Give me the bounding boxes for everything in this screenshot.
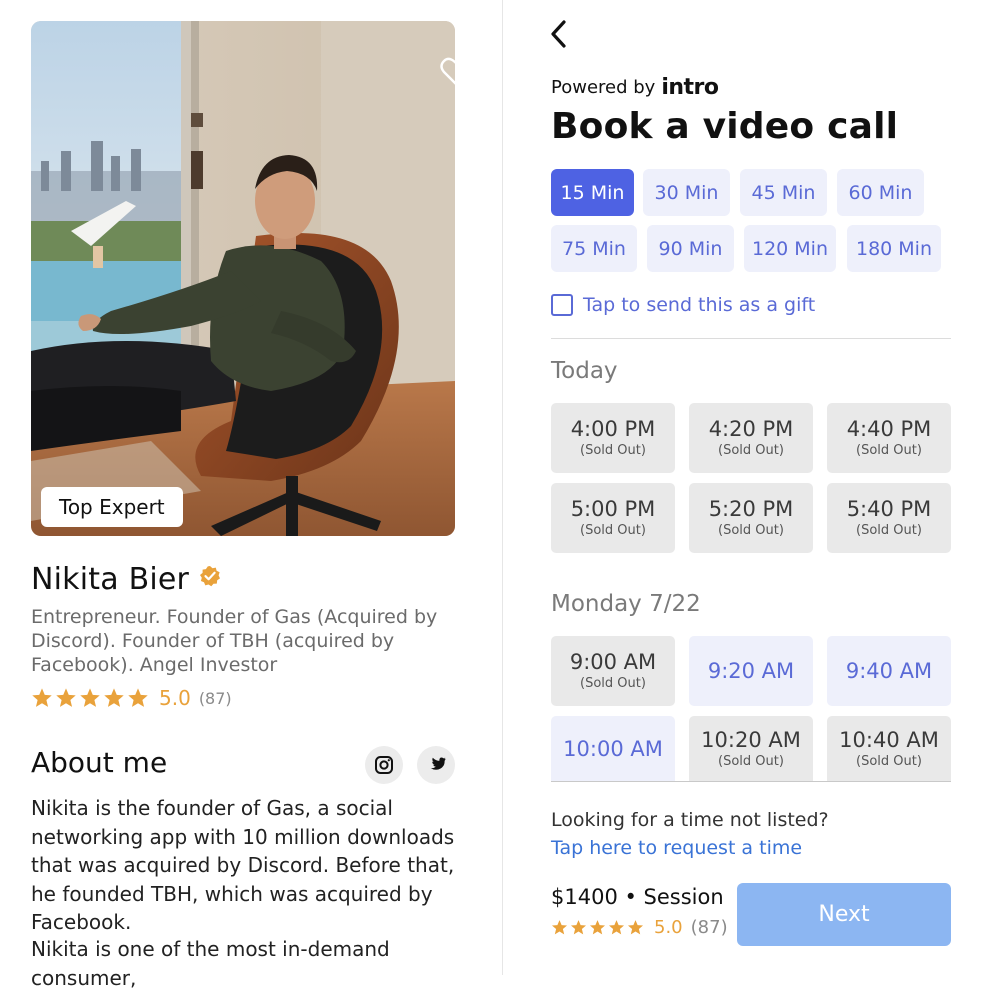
- slot-status: (Sold Out): [856, 443, 922, 458]
- slot-time: 9:00 AM: [569, 650, 657, 674]
- slot-time: 9:40 AM: [845, 659, 933, 683]
- time-slot[interactable]: 9:00 AM (Sold Out): [551, 636, 675, 706]
- slot-status: (Sold Out): [580, 676, 646, 691]
- scroll-divider: [551, 781, 951, 782]
- star-icon: [608, 919, 625, 936]
- rating-stars: [551, 919, 646, 936]
- slot-time: 10:40 AM: [839, 727, 939, 752]
- duration-option[interactable]: 45 Min: [740, 169, 827, 216]
- profile-name-row: Nikita Bier: [31, 562, 221, 597]
- session-price: $1400 • Session: [551, 885, 724, 909]
- slot-status: (Sold Out): [856, 523, 922, 538]
- favorite-heart-icon[interactable]: [440, 57, 455, 87]
- slot-time: 4:00 PM: [570, 417, 656, 441]
- star-icon: [570, 919, 587, 936]
- slot-time: 5:20 PM: [708, 497, 794, 521]
- duration-option[interactable]: 30 Min: [643, 169, 730, 216]
- rating-count: (87): [690, 917, 728, 938]
- star-icon: [627, 919, 644, 936]
- twitter-icon[interactable]: [417, 746, 455, 784]
- star-icon: [79, 687, 101, 709]
- profile-photo: [31, 21, 455, 536]
- slot-status: (Sold Out): [718, 523, 784, 538]
- powered-by: Powered by intro: [551, 75, 719, 100]
- star-icon: [551, 919, 568, 936]
- gift-checkbox[interactable]: Tap to send this as a gift: [551, 294, 815, 316]
- rating-value: 5.0: [654, 917, 683, 938]
- profile-panel: Top Expert Nikita Bier Entrepreneur. Fou…: [0, 0, 503, 990]
- back-arrow-icon[interactable]: [545, 18, 573, 50]
- duration-option[interactable]: 60 Min: [837, 169, 924, 216]
- time-slot[interactable]: 5:00 PM (Sold Out): [551, 483, 675, 553]
- profile-bio: Entrepreneur. Founder of Gas (Acquired b…: [31, 606, 438, 676]
- about-paragraph: Nikita is one of the most in-demand cons…: [31, 937, 390, 990]
- slot-time: 4:20 PM: [708, 417, 794, 441]
- day-label: Monday 7/22: [551, 591, 701, 617]
- star-icon: [589, 919, 606, 936]
- time-slot[interactable]: 5:40 PM (Sold Out): [827, 483, 951, 553]
- day-label: Today: [551, 358, 618, 384]
- request-time-link[interactable]: Tap here to request a time: [551, 837, 802, 859]
- duration-option[interactable]: 120 Min: [744, 225, 836, 272]
- section-divider: [551, 338, 951, 339]
- about-paragraph: Nikita is the founder of Gas, a social n…: [31, 796, 455, 934]
- intro-logo: intro: [661, 75, 719, 100]
- star-icon: [55, 687, 77, 709]
- time-slot[interactable]: 9:20 AM: [689, 636, 813, 706]
- session-rating: 5.0 (87): [551, 917, 728, 938]
- slot-time: 10:20 AM: [701, 727, 801, 752]
- gift-label: Tap to send this as a gift: [583, 294, 816, 316]
- looking-text: Looking for a time not listed?: [551, 809, 829, 831]
- profile-rating: 5.0 (87): [31, 686, 232, 710]
- time-slot[interactable]: 4:20 PM (Sold Out): [689, 403, 813, 473]
- rating-value: 5.0: [159, 686, 191, 710]
- star-icon: [127, 687, 149, 709]
- slot-status: (Sold Out): [580, 443, 646, 458]
- slot-status: (Sold Out): [580, 523, 646, 538]
- next-button[interactable]: Next: [737, 883, 951, 946]
- verified-icon: [199, 565, 221, 587]
- rating-stars: [31, 687, 151, 709]
- time-slot[interactable]: 10:00 AM: [551, 716, 675, 781]
- slot-time: 4:40 PM: [846, 417, 932, 441]
- rating-count: (87): [198, 688, 232, 708]
- time-slot[interactable]: 5:20 PM (Sold Out): [689, 483, 813, 553]
- time-slot[interactable]: 4:00 PM (Sold Out): [551, 403, 675, 473]
- duration-option[interactable]: 15 Min: [551, 169, 634, 216]
- slot-time: 5:00 PM: [570, 497, 656, 521]
- instagram-icon[interactable]: [365, 746, 403, 784]
- profile-name: Nikita Bier: [31, 562, 190, 597]
- slot-time: 5:40 PM: [846, 497, 932, 521]
- about-title: About me: [31, 746, 168, 779]
- time-slot[interactable]: 4:40 PM (Sold Out): [827, 403, 951, 473]
- slot-time: 9:20 AM: [707, 659, 795, 683]
- slot-status: (Sold Out): [718, 753, 784, 769]
- column-divider: [502, 0, 503, 975]
- slot-time: 10:00 AM: [563, 736, 663, 761]
- time-slot[interactable]: 10:40 AM (Sold Out): [827, 716, 951, 781]
- checkbox-icon[interactable]: [551, 294, 573, 316]
- time-slot[interactable]: 10:20 AM (Sold Out): [689, 716, 813, 781]
- duration-option[interactable]: 180 Min: [847, 225, 941, 272]
- time-slot[interactable]: 9:40 AM: [827, 636, 951, 706]
- slot-status: (Sold Out): [718, 443, 784, 458]
- star-icon: [103, 687, 125, 709]
- duration-option[interactable]: 90 Min: [647, 225, 734, 272]
- booking-title: Book a video call: [551, 106, 899, 147]
- powered-by-label: Powered by: [551, 77, 656, 98]
- top-expert-badge: Top Expert: [41, 487, 183, 527]
- star-icon: [31, 687, 53, 709]
- duration-option[interactable]: 75 Min: [551, 225, 637, 272]
- slot-status: (Sold Out): [856, 753, 922, 769]
